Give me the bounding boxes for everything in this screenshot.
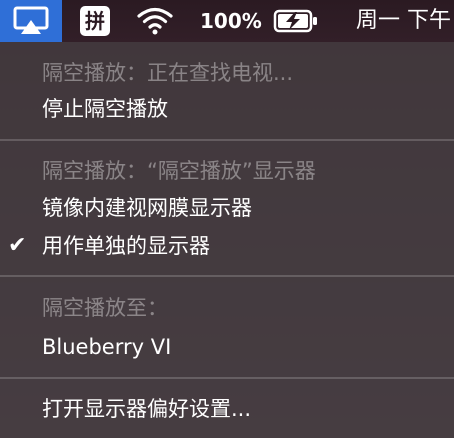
menu-separator — [0, 377, 454, 379]
menu-header-label: 隔空播放：正在查找电视... — [42, 61, 294, 85]
menu-item-label: 用作单独的显示器 — [42, 234, 210, 258]
menu-item-label: 停止隔空播放 — [42, 97, 168, 121]
menu-bar-clock[interactable]: 周一 下午 — [356, 0, 451, 42]
battery-charging-icon[interactable] — [273, 9, 319, 37]
menu-header-label: 隔空播放至： — [42, 296, 168, 320]
airplay-dropdown-menu: 隔空播放：正在查找电视... 停止隔空播放 隔空播放：“隔空播放”显示器 镜像内… — [0, 42, 454, 438]
input-method-icon[interactable]: 拼 — [80, 6, 110, 36]
menu-separator — [0, 275, 454, 277]
airplay-menu-extra[interactable] — [0, 0, 62, 42]
menu-item-stop-airplay[interactable]: 停止隔空播放 — [0, 92, 454, 126]
menu-item-open-display-preferences[interactable]: 打开显示器偏好设置... — [0, 392, 454, 426]
checkmark-icon: ✔ — [8, 233, 27, 258]
menu-separator — [0, 139, 454, 141]
menu-item-use-as-separate-display[interactable]: ✔ 用作单独的显示器 — [0, 229, 454, 263]
menu-item-mirror-built-in-display[interactable]: 镜像内建视网膜显示器 — [0, 191, 454, 225]
menu-item-label: 镜像内建视网膜显示器 — [42, 196, 252, 220]
menu-item-blueberry-vi[interactable]: Blueberry VI — [0, 330, 454, 364]
menu-header-airplay-display: 隔空播放：“隔空播放”显示器 — [0, 154, 454, 188]
menu-bar: 拼 100% 周一 下午 — [0, 0, 454, 42]
menu-header-airplay-to: 隔空播放至： — [0, 291, 454, 325]
menu-header-searching: 隔空播放：正在查找电视... — [0, 56, 454, 90]
menu-item-label: 打开显示器偏好设置... — [42, 397, 252, 421]
battery-percentage[interactable]: 100% — [200, 0, 262, 42]
menu-header-label: 隔空播放：“隔空播放”显示器 — [42, 159, 316, 183]
wifi-icon[interactable] — [135, 6, 175, 36]
airplay-icon — [13, 6, 49, 34]
menu-item-label: Blueberry VI — [42, 335, 172, 359]
